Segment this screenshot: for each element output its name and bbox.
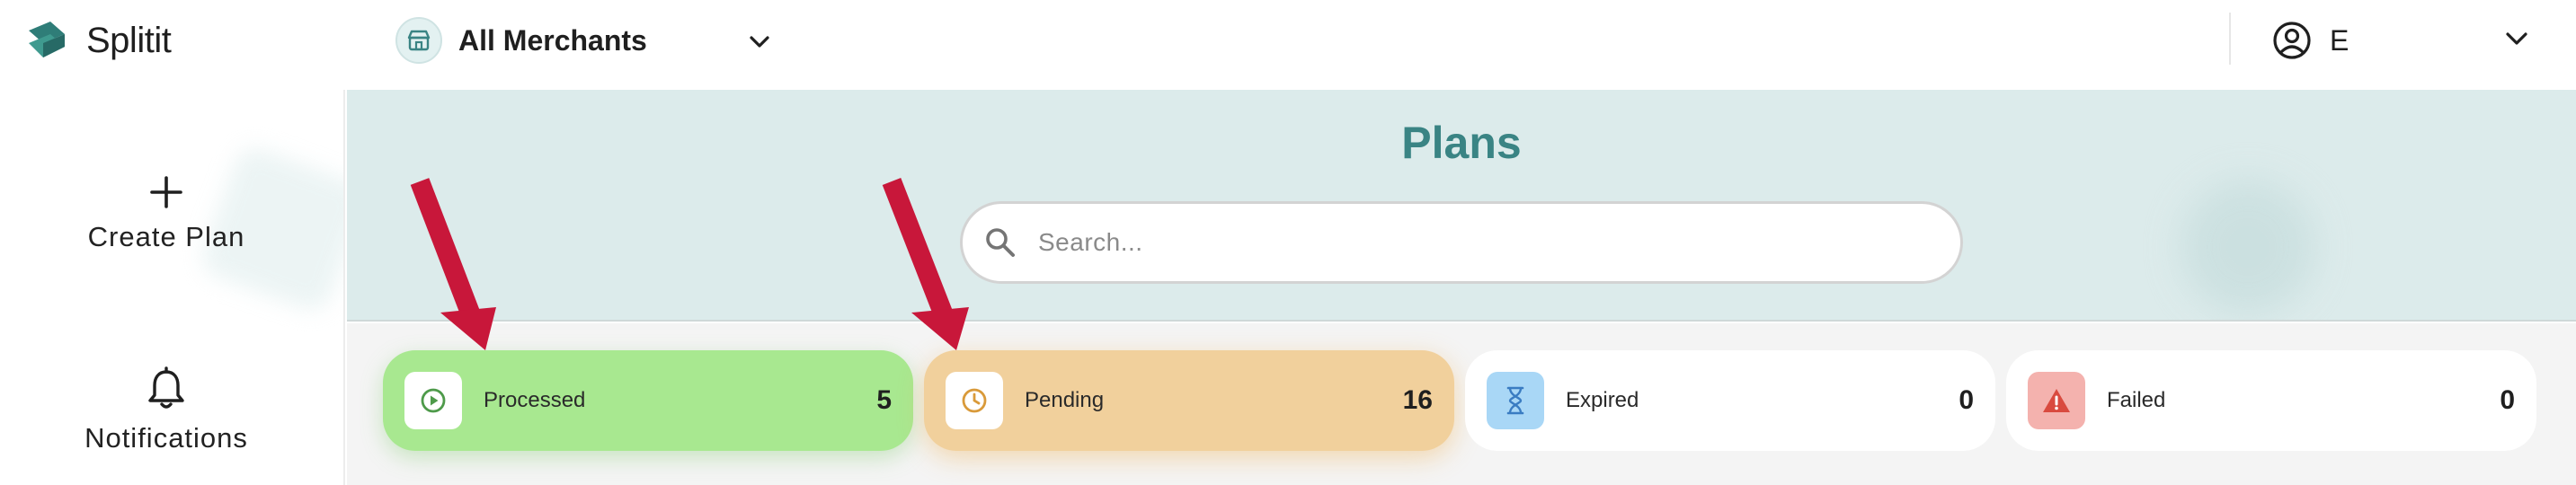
status-card-label: Expired: [1566, 388, 1639, 412]
chevron-down-icon[interactable]: [2502, 25, 2531, 54]
hourglass-icon: [1487, 372, 1544, 429]
search-input[interactable]: [1038, 228, 1937, 257]
warning-icon: [2028, 372, 2085, 429]
account-circle-icon: [2273, 22, 2311, 59]
decorative-shape: [2181, 180, 2315, 314]
status-card-expired[interactable]: Expired 0: [1465, 350, 1995, 451]
status-card-label: Failed: [2107, 388, 2166, 412]
sidebar-item-label: Notifications: [84, 422, 248, 454]
merchant-selector[interactable]: All Merchants: [395, 16, 769, 65]
status-card-failed[interactable]: Failed 0: [2006, 350, 2536, 451]
header-divider: [2229, 13, 2231, 65]
page-title: Plans: [1401, 118, 1522, 168]
sidebar-item-create-plan[interactable]: Create Plan: [0, 172, 333, 253]
status-card-count: 0: [2500, 385, 2515, 415]
sidebar: Create Plan Notifications: [0, 90, 345, 485]
chevron-down-icon[interactable]: [746, 29, 773, 56]
merchant-selected-label: All Merchants: [458, 23, 647, 57]
search-bar[interactable]: [960, 201, 1963, 284]
splitit-logo-icon[interactable]: [23, 16, 72, 65]
status-card-processed[interactable]: Processed 5: [383, 350, 913, 451]
brand-name: Splitit: [86, 21, 172, 60]
status-card-pending[interactable]: Pending 16: [924, 350, 1454, 451]
status-cards-area: Processed 5 Pending 16 Expired 0 Failed …: [347, 323, 2576, 485]
clock-icon: [946, 372, 1003, 429]
plans-banner: Plans: [347, 90, 2576, 322]
app-header: Splitit All Merchants E: [0, 0, 2576, 90]
search-icon: [986, 228, 1015, 257]
user-initial: E: [2330, 23, 2349, 57]
sidebar-item-label: Create Plan: [87, 221, 245, 252]
status-card-label: Processed: [484, 388, 586, 412]
plus-icon: [150, 176, 182, 208]
store-icon: [395, 17, 442, 64]
bell-icon: [148, 366, 184, 409]
play-circle-icon: [404, 372, 462, 429]
status-card-count: 16: [1402, 385, 1433, 415]
status-card-count: 0: [1959, 385, 1974, 415]
status-card-count: 5: [876, 385, 892, 415]
sidebar-item-notifications[interactable]: Notifications: [0, 366, 333, 454]
status-card-label: Pending: [1025, 388, 1105, 412]
user-menu[interactable]: E: [2272, 16, 2349, 65]
